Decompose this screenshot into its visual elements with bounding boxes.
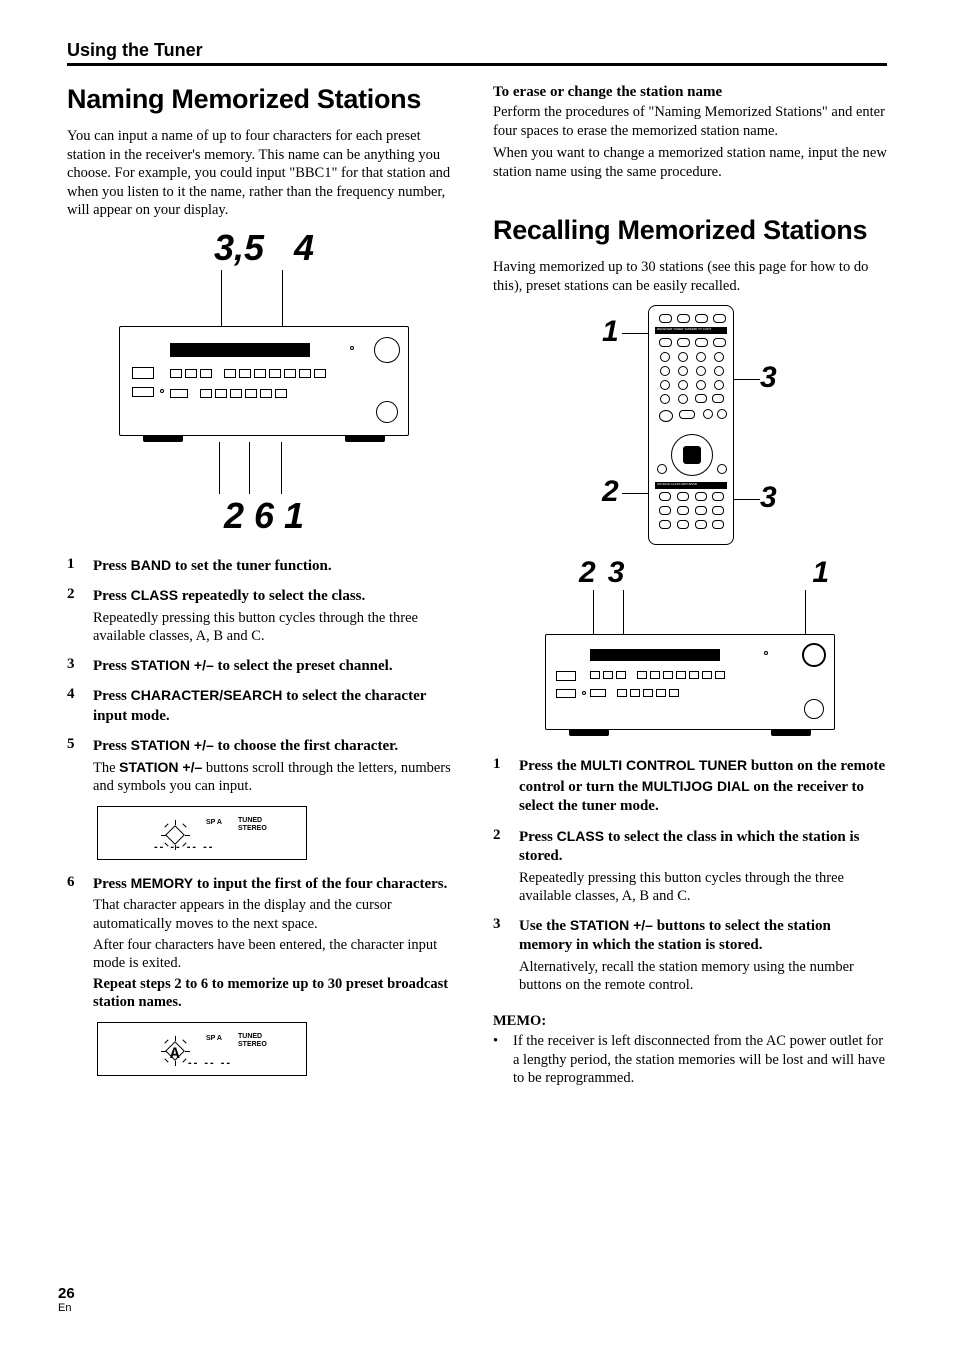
left-step-5: 5 Press STATION +/– to choose the first … bbox=[67, 736, 461, 796]
right-column: To erase or change the station name Perf… bbox=[493, 84, 887, 1090]
receiver-figure-left: 3,5 4 bbox=[119, 230, 409, 534]
fig-label-1: 1 bbox=[284, 498, 304, 534]
fig-label-2: 2 bbox=[224, 498, 244, 534]
fig-label-6: 6 bbox=[254, 498, 274, 534]
remote-label-3b: 3 bbox=[760, 481, 777, 515]
left-step-6: 6 Press MEMORY to input the first of the… bbox=[67, 874, 461, 1012]
fig-label-4: 4 bbox=[294, 230, 314, 266]
right-h1: Recalling Memorized Stations bbox=[493, 215, 887, 246]
right-step-1: 1 Press the MULTI CONTROL TUNER button o… bbox=[493, 756, 887, 817]
receiver-illustration bbox=[119, 326, 409, 436]
right-intro: Having memorized up to 30 stations (see … bbox=[493, 258, 887, 295]
left-step-4: 4 Press CHARACTER/SEARCH to select the c… bbox=[67, 686, 461, 726]
erase-para-1: Perform the procedures of "Naming Memori… bbox=[493, 103, 887, 140]
page-number: 26 En bbox=[58, 1285, 75, 1314]
erase-para-2: When you want to change a memorized stat… bbox=[493, 144, 887, 181]
memo-heading: MEMO: bbox=[493, 1013, 887, 1030]
receiver-illustration-right bbox=[545, 634, 835, 730]
right-step-3: 3 Use the STATION +/– buttons to select … bbox=[493, 916, 887, 995]
left-step-3: 3 Press STATION +/– to select the preset… bbox=[67, 656, 461, 677]
right-step-2: 2 Press CLASS to select the class in whi… bbox=[493, 827, 887, 906]
lcd-display-1: SP A TUNED STEREO -- -- -- -- bbox=[97, 806, 307, 860]
lcd-display-2: A SP A TUNED STEREO -- -- -- bbox=[97, 1022, 307, 1076]
remote-label-2: 2 bbox=[602, 475, 619, 509]
left-step-2: 2 Press CLASS repeatedly to select the c… bbox=[67, 586, 461, 646]
left-column: Naming Memorized Stations You can input … bbox=[67, 84, 461, 1090]
remote-figure: 1 2 3 3 RECEIVER TUNER TAPE/MD TV CONT bbox=[560, 305, 820, 550]
fig-label-3-5: 3,5 bbox=[214, 230, 264, 266]
remote-label-3a: 3 bbox=[760, 361, 777, 395]
two-column-layout: Naming Memorized Stations You can input … bbox=[67, 84, 887, 1090]
left-step-1: 1 Press BAND to set the tuner function. bbox=[67, 556, 461, 577]
left-h1: Naming Memorized Stations bbox=[67, 84, 461, 115]
left-intro: You can input a name of up to four chara… bbox=[67, 127, 461, 220]
recv-label-3: 3 bbox=[608, 556, 625, 589]
remote-label-1: 1 bbox=[602, 315, 619, 349]
recv-label-1: 1 bbox=[812, 558, 829, 588]
memo-bullet: • If the receiver is left disconnected f… bbox=[493, 1032, 887, 1088]
recv-label-2: 2 bbox=[579, 556, 596, 589]
erase-heading: To erase or change the station name bbox=[493, 84, 887, 101]
section-heading: Using the Tuner bbox=[67, 40, 887, 66]
receiver-figure-right: 2 3 1 bbox=[545, 558, 835, 736]
remote-illustration: RECEIVER TUNER TAPE/MD TV CONT SOURCE CL… bbox=[648, 305, 734, 545]
